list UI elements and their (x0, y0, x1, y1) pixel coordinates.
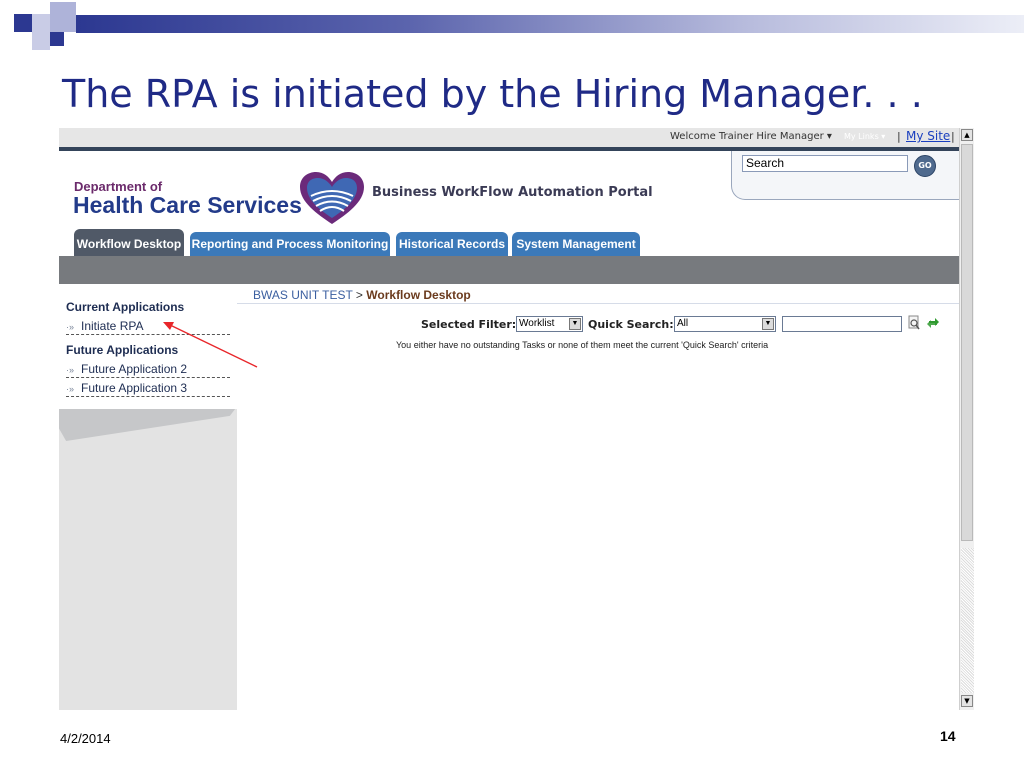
separator: | (897, 130, 901, 143)
breadcrumb: BWAS UNIT TEST > Workflow Desktop (237, 284, 959, 304)
separator: | (951, 130, 955, 143)
chevron-down-icon[interactable]: ▼ (762, 318, 774, 330)
quick-search-label: Quick Search: (588, 318, 674, 331)
selected-filter-label: Selected Filter: (421, 318, 517, 331)
selected-filter-select[interactable]: Worklist ▼ (516, 316, 583, 332)
search-panel: Search GO (731, 151, 960, 200)
scrollbar-thumb[interactable] (961, 144, 973, 541)
search-input[interactable]: Search (742, 155, 908, 172)
scrollbar-track (961, 548, 974, 693)
breadcrumb-current: Workflow Desktop (366, 288, 471, 302)
slide-date: 4/2/2014 (60, 731, 111, 746)
decoration-square (50, 2, 76, 32)
sidebar-item-future-application-2[interactable]: ·» Future Application 2 (66, 362, 230, 378)
sidebar-item-future-application-3[interactable]: ·» Future Application 3 (66, 381, 230, 397)
quick-search-select[interactable]: All ▼ (674, 316, 776, 332)
quick-search-value: All (677, 318, 689, 329)
sidebar-item-label: Future Application 3 (81, 381, 188, 395)
sidebar-heading-current: Current Applications (66, 300, 185, 314)
decoration-square (32, 14, 50, 32)
quick-search-input[interactable] (782, 316, 902, 332)
selected-filter-value: Worklist (519, 318, 555, 329)
sidebar-item-label: Initiate RPA (81, 319, 144, 333)
tab-system-management[interactable]: System Management (512, 232, 640, 256)
scroll-down-icon[interactable]: ▼ (961, 695, 973, 707)
refresh-icon[interactable] (926, 315, 940, 331)
sidebar-item-label: Future Application 2 (81, 362, 188, 376)
go-button[interactable]: GO (914, 155, 936, 177)
my-site-link[interactable]: My Site (906, 129, 950, 143)
sidebar: Current Applications ·» Initiate RPA Futu… (59, 284, 237, 710)
breadcrumb-root-link[interactable]: BWAS UNIT TEST (253, 288, 353, 302)
decoration-square (14, 14, 32, 32)
logo-health-care-services-text: Health Care Services (73, 192, 302, 218)
chevron-down-icon[interactable]: ▼ (569, 318, 581, 330)
tab-reporting-and-process-monitoring[interactable]: Reporting and Process Monitoring (190, 232, 390, 256)
sidebar-item-initiate-rpa[interactable]: ·» Initiate RPA (66, 319, 230, 335)
sidebar-menu: Current Applications ·» Initiate RPA Futu… (59, 284, 237, 409)
slide-page-number: 14 (940, 728, 956, 744)
sidebar-heading-future: Future Applications (66, 343, 179, 357)
main-content: BWAS UNIT TEST > Workflow Desktop Select… (237, 284, 959, 710)
heart-logo-icon (300, 172, 364, 224)
arrow-icon: ·» (66, 365, 75, 375)
my-links-menu[interactable]: My Links ▾ (844, 132, 885, 141)
scroll-up-icon[interactable]: ▲ (961, 129, 973, 141)
slide-title: The RPA is initiated by the Hiring Manag… (62, 72, 923, 116)
tab-historical-records[interactable]: Historical Records (396, 232, 508, 256)
toolbar-strip (59, 256, 959, 284)
search-icon[interactable] (907, 315, 921, 331)
portal-title: Business WorkFlow Automation Portal (372, 185, 653, 200)
welcome-menu[interactable]: Welcome Trainer Hire Manager ▾ (670, 131, 832, 142)
top-utility-bar: Welcome Trainer Hire Manager ▾ My Links … (59, 128, 959, 151)
arrow-icon: ·» (66, 322, 75, 332)
decoration-square (50, 32, 64, 46)
arrow-icon: ·» (66, 384, 75, 394)
vertical-scrollbar[interactable]: ▲ ▼ (959, 128, 974, 710)
portal-screenshot: Welcome Trainer Hire Manager ▾ My Links … (59, 128, 974, 710)
title-decoration-band (76, 15, 1024, 33)
breadcrumb-separator: > (355, 288, 363, 302)
decoration-square (32, 32, 50, 50)
tab-workflow-desktop[interactable]: Workflow Desktop (74, 229, 184, 256)
empty-state-message: You either have no outstanding Tasks or … (396, 340, 769, 350)
